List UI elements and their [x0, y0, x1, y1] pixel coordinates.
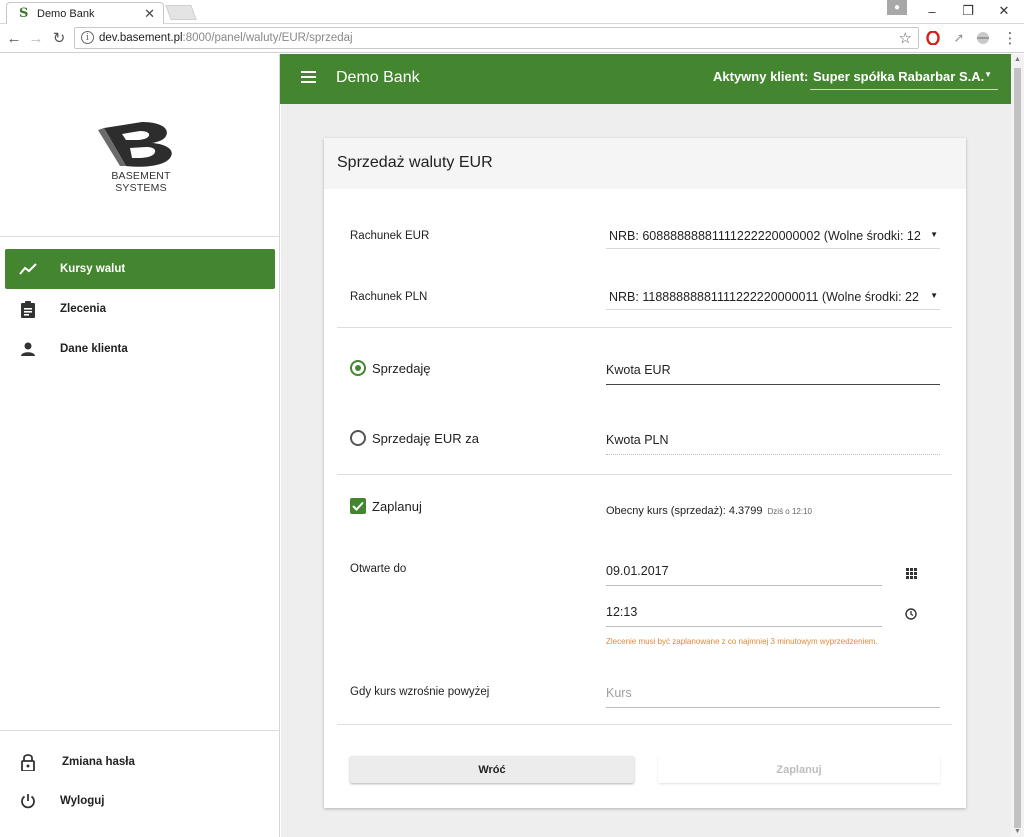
app-title: Demo Bank — [336, 69, 420, 86]
bookmark-star-icon[interactable]: ☆ — [899, 29, 912, 47]
sidebar-item-label: Kursy walut — [60, 263, 126, 275]
change-password-link[interactable]: Zmiana hasła — [18, 753, 135, 771]
sell-radio-label: Sprzedaję — [372, 360, 431, 376]
card-header: Sprzedaż waluty EUR — [324, 138, 966, 189]
clipboard-icon — [18, 299, 38, 319]
sidebar-divider — [0, 730, 280, 731]
current-rate-text: Obecny kurs (sprzedaż): 4.3799 — [606, 505, 763, 517]
account-pln-value: NRB: 11888888881111222220000011 (Wolne ś… — [609, 290, 919, 304]
scroll-up-icon[interactable]: ▲ — [1014, 56, 1021, 63]
account-eur-label: Rachunek EUR — [350, 230, 430, 242]
tab-close-icon[interactable]: ✕ — [144, 6, 155, 22]
sidebar-item-label: Dane klienta — [60, 343, 128, 355]
change-password-label: Zmiana hasła — [62, 756, 135, 768]
rate-input[interactable]: Kurs — [606, 680, 940, 708]
radio-unchecked-icon — [350, 430, 366, 446]
page-title: Sprzedaż waluty EUR — [337, 154, 493, 171]
amount-eur-input[interactable]: Kwota EUR — [606, 357, 940, 385]
rate-placeholder: Kurs — [606, 686, 632, 700]
radio-checked-icon — [350, 360, 366, 376]
section-divider — [337, 724, 952, 725]
power-icon — [18, 793, 38, 809]
back-arrow-icon[interactable]: ← — [4, 28, 24, 48]
clock-icon[interactable] — [904, 607, 918, 621]
chevron-down-icon: ▼ — [930, 230, 938, 239]
section-divider — [337, 474, 952, 475]
site-favicon-icon: S — [19, 6, 29, 21]
company-logo: BASEMENT SYSTEMS — [86, 120, 196, 194]
current-rate: Obecny kurs (sprzedaż): 4.3799 Dziś o 12:… — [606, 505, 812, 517]
time-value: 12:13 — [606, 605, 638, 619]
sell-radio[interactable]: Sprzedaję — [350, 360, 431, 376]
sell-for-radio[interactable]: Sprzedaję EUR za — [350, 430, 479, 446]
minimize-button[interactable]: – — [914, 0, 950, 22]
active-client-select[interactable]: Super spółka Rabarbar S.A. ▼ — [810, 66, 998, 90]
close-window-button[interactable]: ✕ — [986, 0, 1022, 22]
rate-timestamp: Dziś o 12:10 — [767, 507, 812, 516]
tab-title: Demo Bank — [37, 8, 95, 20]
page-scrollbar[interactable]: ▲ ▼ — [1011, 54, 1024, 837]
checkmark-icon — [350, 498, 366, 514]
time-input[interactable]: 12:13 — [606, 599, 882, 627]
forward-arrow-icon[interactable]: → — [26, 28, 46, 48]
sidebar-item-zlecenia[interactable]: Zlecenia — [5, 289, 275, 329]
browser-toolbar: ← → ↻ i dev.basement.pl:8000/panel/walut… — [0, 24, 1024, 53]
site-info-icon[interactable]: i — [81, 31, 94, 44]
account-eur-value: NRB: 60888888881111222220000002 (Wolne ś… — [609, 229, 921, 243]
amount-pln-placeholder: Kwota PLN — [606, 433, 669, 447]
sidebar: BASEMENT SYSTEMS Kursy walut Zlecenia Da… — [0, 54, 280, 837]
amount-eur-placeholder: Kwota EUR — [606, 363, 671, 377]
logout-label: Wyloguj — [60, 795, 105, 807]
sell-for-radio-label: Sprzedaję EUR za — [372, 430, 479, 446]
url-text: dev.basement.pl:8000/panel/waluty/EUR/sp… — [99, 32, 353, 44]
date-input[interactable]: 09.01.2017 — [606, 558, 882, 586]
chevron-down-icon: ▼ — [984, 70, 992, 79]
rate-condition-label: Gdy kurs wzrośnie powyżej — [350, 686, 490, 698]
reload-icon[interactable]: ↻ — [49, 28, 69, 48]
active-client-value: Super spółka Rabarbar S.A. — [813, 69, 985, 84]
trending-up-icon — [18, 259, 38, 279]
chevron-down-icon: ▼ — [930, 291, 938, 300]
sidebar-item-dane-klienta[interactable]: Dane klienta — [5, 329, 275, 369]
address-bar[interactable]: i dev.basement.pl:8000/panel/waluty/EUR/… — [74, 27, 919, 49]
section-divider — [337, 327, 952, 328]
schedule-button[interactable]: Zaplanuj — [658, 756, 940, 783]
open-until-label: Otwarte do — [350, 563, 407, 575]
browser-tab[interactable]: S Demo Bank ✕ — [6, 2, 164, 24]
sidebar-item-label: Zlecenia — [60, 303, 107, 315]
sidebar-divider — [0, 236, 280, 237]
user-profile-icon[interactable]: ● — [887, 0, 907, 15]
person-icon — [18, 339, 38, 359]
extension-globe-icon[interactable] — [975, 30, 991, 46]
sell-currency-card: Sprzedaż waluty EUR Rachunek EUR NRB: 60… — [324, 138, 966, 808]
app-bar: Demo Bank Aktywny klient: Super spółka R… — [280, 54, 1011, 104]
date-value: 09.01.2017 — [606, 564, 669, 578]
lock-icon — [18, 753, 38, 771]
basement-logo-icon — [98, 122, 172, 167]
schedule-label: Zaplanuj — [372, 498, 422, 514]
schedule-checkbox[interactable]: Zaplanuj — [350, 498, 422, 514]
scrollbar-thumb[interactable] — [1014, 68, 1021, 828]
logout-link[interactable]: Wyloguj — [18, 793, 105, 809]
account-pln-select[interactable]: NRB: 11888888881111222220000011 (Wolne ś… — [606, 286, 940, 310]
account-pln-label: Rachunek PLN — [350, 291, 428, 303]
scroll-down-icon[interactable]: ▼ — [1014, 828, 1021, 835]
opera-extension-icon[interactable] — [925, 30, 941, 46]
extension-arrow-icon[interactable]: ➚ — [951, 30, 967, 46]
restore-button[interactable]: ❐ — [950, 0, 986, 22]
back-button[interactable]: Wróć — [350, 756, 634, 783]
calendar-grid-icon[interactable] — [904, 566, 918, 580]
hamburger-menu-icon[interactable] — [301, 71, 316, 83]
active-client-label: Aktywny klient: — [713, 69, 809, 84]
account-eur-select[interactable]: NRB: 60888888881111222220000002 (Wolne ś… — [606, 225, 940, 249]
logo-text: BASEMENT SYSTEMS — [111, 170, 171, 194]
new-tab-button[interactable] — [165, 5, 197, 20]
browser-menu-icon[interactable]: ⋮ — [1002, 30, 1018, 47]
amount-pln-input[interactable]: Kwota PLN — [606, 427, 940, 455]
browser-titlebar: S Demo Bank ✕ ● – ❐ ✕ — [0, 0, 1024, 24]
schedule-warning: Zlecenie musi być zaplanowane z co najmn… — [606, 637, 878, 646]
sidebar-item-kursy-walut[interactable]: Kursy walut — [5, 249, 275, 289]
